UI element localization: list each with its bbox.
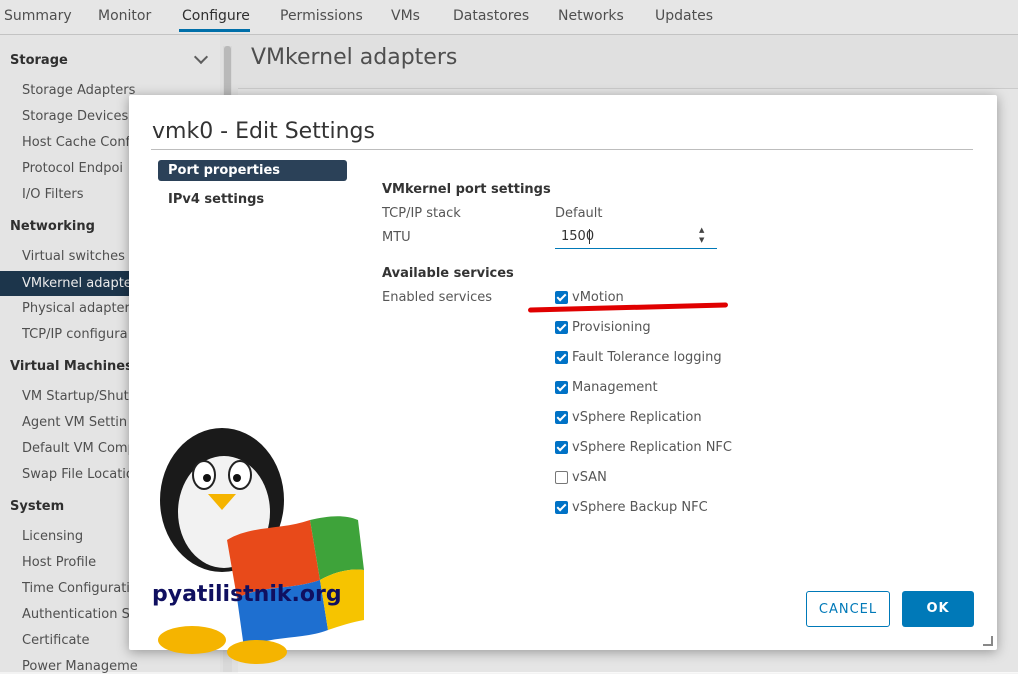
tcpip-stack-label: TCP/IP stack	[382, 206, 461, 221]
port-settings-header: VMkernel port settings	[382, 182, 551, 197]
tcpip-stack-value: Default	[555, 206, 603, 221]
spin-up-icon[interactable]: ▲	[699, 226, 704, 234]
checkbox-checked-icon[interactable]	[555, 501, 568, 514]
checkbox-checked-icon[interactable]	[555, 321, 568, 334]
dialog-divider	[151, 149, 973, 150]
checkbox-checked-icon[interactable]	[555, 291, 568, 304]
cancel-button[interactable]: CANCEL	[806, 591, 890, 627]
resize-handle-icon[interactable]	[983, 636, 993, 646]
nav-port-properties[interactable]: Port properties	[158, 160, 347, 181]
checkbox-checked-icon[interactable]	[555, 351, 568, 364]
watermark-text: pyatilistnik.org	[152, 582, 342, 607]
text-caret	[589, 229, 590, 244]
mtu-input[interactable]: 1500 ▲ ▼	[555, 226, 717, 249]
watermark-logo: pyatilistnik.org	[132, 420, 364, 670]
penguin-windows-logo-icon	[158, 428, 364, 664]
checkbox-checked-icon[interactable]	[555, 381, 568, 394]
nav-ipv4-settings[interactable]: IPv4 settings	[158, 189, 347, 210]
dialog-title: vmk0 - Edit Settings	[152, 119, 375, 144]
ok-button[interactable]: OK	[902, 591, 974, 627]
mtu-label: MTU	[382, 230, 411, 245]
checkbox-unchecked-icon[interactable]	[555, 471, 568, 484]
enabled-services-label: Enabled services	[382, 290, 493, 305]
checkbox-checked-icon[interactable]	[555, 411, 568, 424]
spin-down-icon[interactable]: ▼	[699, 236, 704, 244]
available-services-header: Available services	[382, 266, 514, 281]
checkbox-checked-icon[interactable]	[555, 441, 568, 454]
